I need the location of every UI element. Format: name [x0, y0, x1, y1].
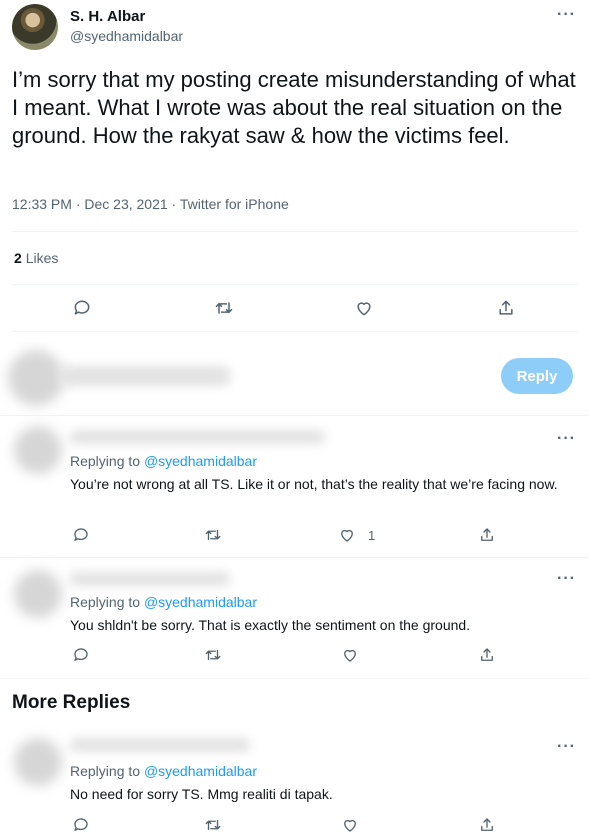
reply-avatar[interactable] [14, 738, 62, 786]
author-avatar[interactable] [12, 4, 58, 50]
compose-placeholder-blurred[interactable] [60, 366, 230, 386]
likes-count[interactable]: 2 Likes [14, 250, 58, 266]
like-button[interactable] [341, 816, 359, 834]
more-icon[interactable]: ··· [557, 738, 576, 756]
more-icon[interactable]: ··· [557, 570, 576, 588]
reply-icon [74, 528, 88, 541]
mention-link[interactable]: @syedhamidalbar [144, 594, 257, 610]
more-icon[interactable]: ··· [557, 430, 576, 448]
reply-author-blurred[interactable] [70, 572, 230, 586]
share-icon [481, 818, 493, 831]
retweet-icon [215, 302, 233, 314]
reply-button[interactable] [72, 298, 92, 318]
reply-button[interactable] [72, 526, 90, 544]
divider [0, 678, 589, 679]
reply-submit-button[interactable]: Reply [501, 358, 573, 394]
reply-author-blurred[interactable] [70, 738, 250, 752]
divider [12, 331, 577, 332]
like-count: 1 [368, 527, 376, 543]
replying-prefix: Replying to [70, 763, 141, 779]
mention-link[interactable]: @syedhamidalbar [144, 763, 257, 779]
retweet-button[interactable] [214, 298, 234, 318]
heart-icon [344, 649, 356, 662]
likes-label: Likes [25, 250, 59, 266]
replying-prefix: Replying to [70, 453, 141, 469]
replying-to: Replying to @syedhamidalbar [70, 763, 257, 779]
retweet-icon [205, 529, 221, 541]
replying-to: Replying to @syedhamidalbar [70, 594, 257, 610]
share-icon [481, 528, 493, 541]
reply-button[interactable] [72, 816, 90, 834]
tweet-timestamp[interactable]: 12:33 PM · Dec 23, 2021 · Twitter for iP… [12, 196, 289, 212]
reply-avatar[interactable] [14, 426, 62, 474]
reply-text: You’re not wrong at all TS. Like it or n… [70, 476, 558, 492]
heart-icon [344, 819, 356, 832]
reply-button[interactable] [72, 646, 90, 664]
reply-icon [74, 648, 88, 661]
retweet-button[interactable] [204, 646, 222, 664]
reply-avatar[interactable] [14, 570, 62, 618]
retweet-button[interactable] [204, 526, 222, 544]
mention-link[interactable]: @syedhamidalbar [144, 453, 257, 469]
reply-text: No need for sorry TS. Mmg realiti di tap… [70, 786, 333, 802]
divider [0, 415, 589, 416]
share-button[interactable] [496, 298, 516, 318]
like-button[interactable]: 1 [338, 526, 375, 544]
heart-icon [341, 529, 353, 542]
more-icon[interactable]: ··· [557, 6, 576, 24]
share-button[interactable] [478, 816, 496, 834]
tweet-text: I’m sorry that my posting create misunde… [12, 67, 576, 148]
more-replies-heading: More Replies [12, 692, 131, 713]
replying-prefix: Replying to [70, 594, 141, 610]
author-handle[interactable]: @syedhamidalbar [70, 28, 183, 44]
retweet-icon [205, 819, 221, 831]
like-button[interactable] [354, 298, 374, 318]
reply-author-blurred[interactable] [70, 430, 325, 444]
share-icon [481, 648, 493, 661]
likes-number: 2 [14, 250, 22, 266]
divider [12, 231, 577, 232]
divider [0, 557, 589, 558]
share-button[interactable] [478, 646, 496, 664]
reply-icon [74, 818, 88, 831]
heart-icon [357, 302, 371, 316]
replying-to: Replying to @syedhamidalbar [70, 453, 257, 469]
divider [12, 284, 577, 285]
retweet-button[interactable] [204, 816, 222, 834]
share-icon [499, 300, 513, 315]
like-button[interactable] [341, 646, 359, 664]
retweet-icon [205, 649, 221, 661]
reply-text: You shldn't be sorry. That is exactly th… [70, 617, 471, 633]
user-avatar-blurred [8, 350, 64, 406]
author-name[interactable]: S. H. Albar [70, 8, 145, 25]
share-button[interactable] [478, 526, 496, 544]
reply-icon [74, 300, 90, 315]
